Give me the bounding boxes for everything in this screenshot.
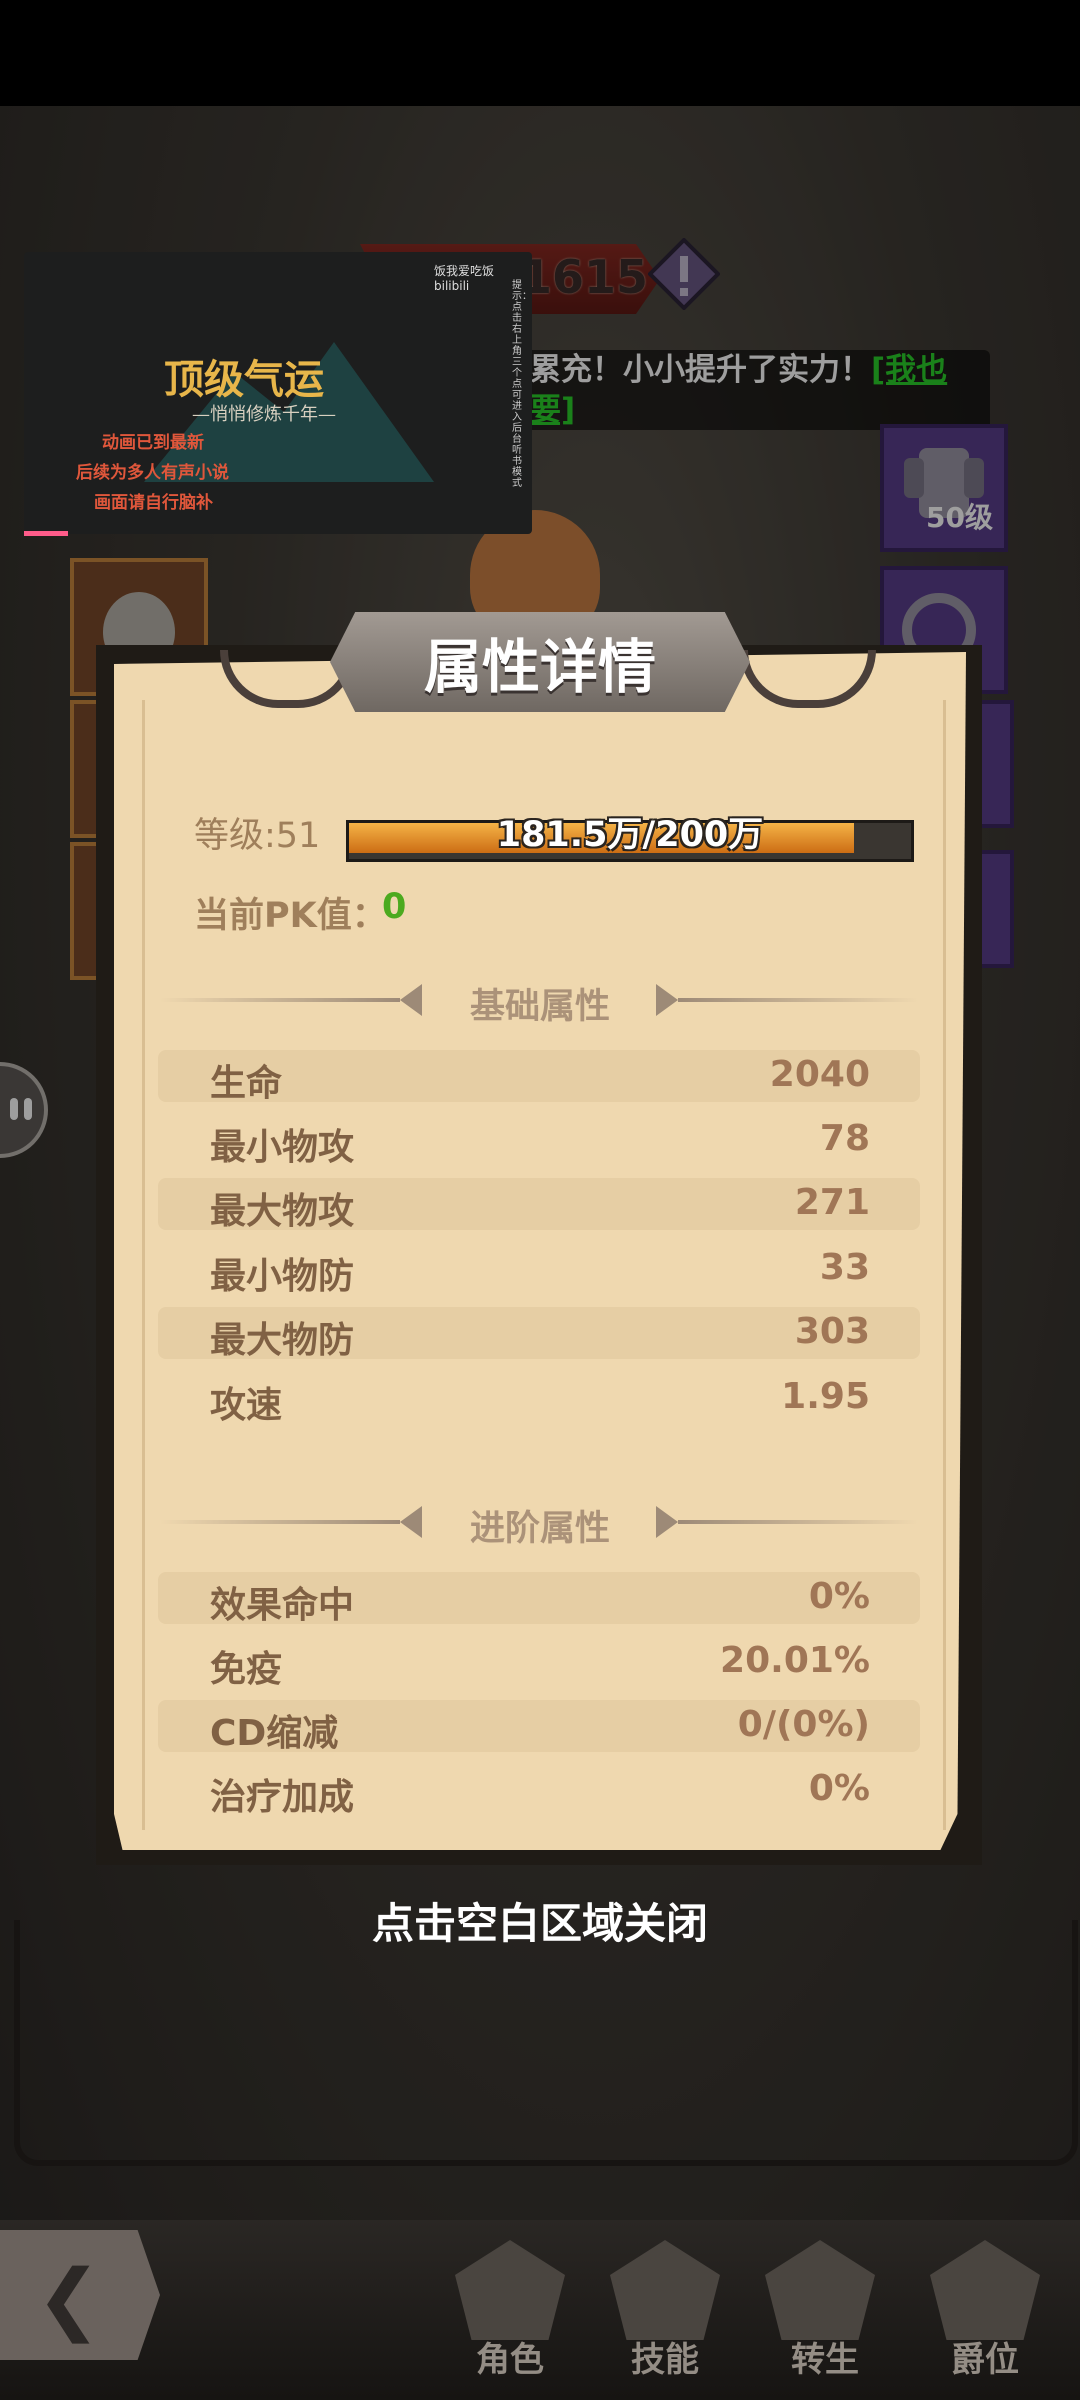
video-overlay[interactable]: 顶级气运 —悄悄修炼千年— 动画已到最新 后续为多人有声小说 画面请自行脑补 饭…: [24, 252, 532, 534]
section-divider: [678, 1520, 918, 1524]
tab-role[interactable]: 角色: [440, 2332, 580, 2381]
stat-value: 78: [819, 1118, 870, 1159]
stat-label: CD缩减: [210, 1713, 339, 1754]
video-progress: [24, 531, 68, 536]
stat-row: CD缩减 0/(0%): [158, 1700, 920, 1754]
bottom-frame: [14, 1920, 1078, 2166]
stat-row: 最大物攻 271: [158, 1178, 920, 1232]
stat-label: 最大物防: [210, 1320, 355, 1361]
stat-value: 0%: [808, 1768, 870, 1809]
exp-text: 181.5万/200万: [496, 815, 764, 855]
section-divider: [160, 1520, 400, 1524]
stat-row: 效果命中 0%: [158, 1572, 920, 1626]
section-divider: [678, 998, 918, 1002]
stat-row: 最小物防 33: [158, 1243, 920, 1297]
stat-value: 303: [794, 1311, 870, 1352]
stat-label: 治疗加成: [210, 1777, 355, 1818]
video-title: 顶级气运: [164, 356, 324, 403]
stat-row: 攻速 1.95: [158, 1372, 920, 1426]
section-divider: [160, 998, 400, 1002]
video-side-note: 提示：点击右上角三个点可进入后台听书模式: [512, 280, 532, 489]
stat-label: 生命: [210, 1063, 283, 1104]
video-line-2: 后续为多人有声小说: [76, 463, 229, 483]
tab-rebirth[interactable]: 转生: [755, 2332, 895, 2381]
stat-row: 免疫 20.01%: [158, 1636, 920, 1690]
stat-label: 最小物攻: [210, 1127, 355, 1168]
stat-label: 免疫: [210, 1649, 283, 1690]
basic-section-title: 基础属性: [469, 987, 610, 1027]
stat-value: 2040: [769, 1054, 870, 1095]
stat-value: 20.01%: [720, 1640, 870, 1681]
stat-label: 效果命中: [210, 1585, 355, 1626]
tab-rank[interactable]: 爵位: [915, 2332, 1055, 2381]
stat-value: 0%: [808, 1576, 870, 1617]
stat-label: 最大物攻: [210, 1191, 355, 1232]
pk-value: 0: [382, 887, 407, 927]
advanced-section-title: 进阶属性: [469, 1509, 610, 1549]
stat-value: 1.95: [781, 1376, 870, 1417]
back-arrow-icon: ❮: [36, 2254, 102, 2344]
video-line-3: 画面请自行脑补: [94, 493, 213, 513]
stat-row: 最大物防 303: [158, 1307, 920, 1361]
stat-value: 0/(0%): [737, 1704, 870, 1745]
stat-row: 治疗加成 0%: [158, 1764, 920, 1818]
stat-row: 最小物攻 78: [158, 1114, 920, 1168]
video-line-1: 动画已到最新: [102, 433, 204, 453]
video-subtitle: —悄悄修炼千年—: [192, 404, 336, 425]
stat-value: 271: [794, 1182, 870, 1223]
stat-label: 最小物防: [210, 1256, 355, 1297]
pk-label: 当前PK值：: [194, 896, 387, 936]
panel-title: 属性详情: [423, 633, 656, 701]
tab-skill[interactable]: 技能: [595, 2332, 735, 2381]
stat-row: 生命 2040: [158, 1050, 920, 1104]
level-label: 等级:51: [194, 816, 321, 856]
stat-value: 33: [819, 1247, 870, 1288]
stat-label: 攻速: [210, 1385, 283, 1426]
